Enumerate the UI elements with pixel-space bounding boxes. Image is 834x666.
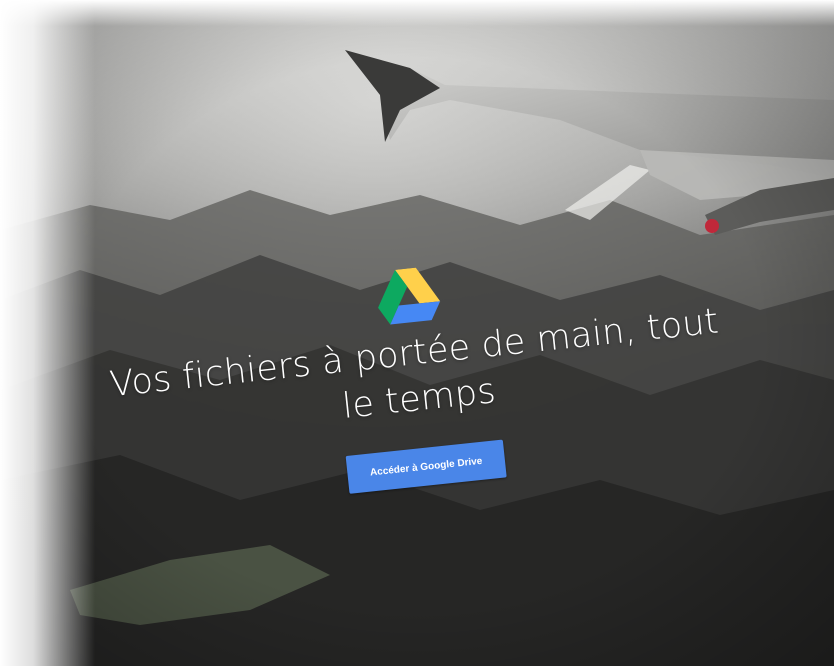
open-google-drive-button[interactable]: Accéder à Google Drive [345, 439, 507, 494]
top-edge-fade [0, 0, 834, 26]
page-screen: Vos fichiers à portée de main, tout le t… [0, 0, 834, 666]
google-drive-icon [378, 267, 441, 325]
